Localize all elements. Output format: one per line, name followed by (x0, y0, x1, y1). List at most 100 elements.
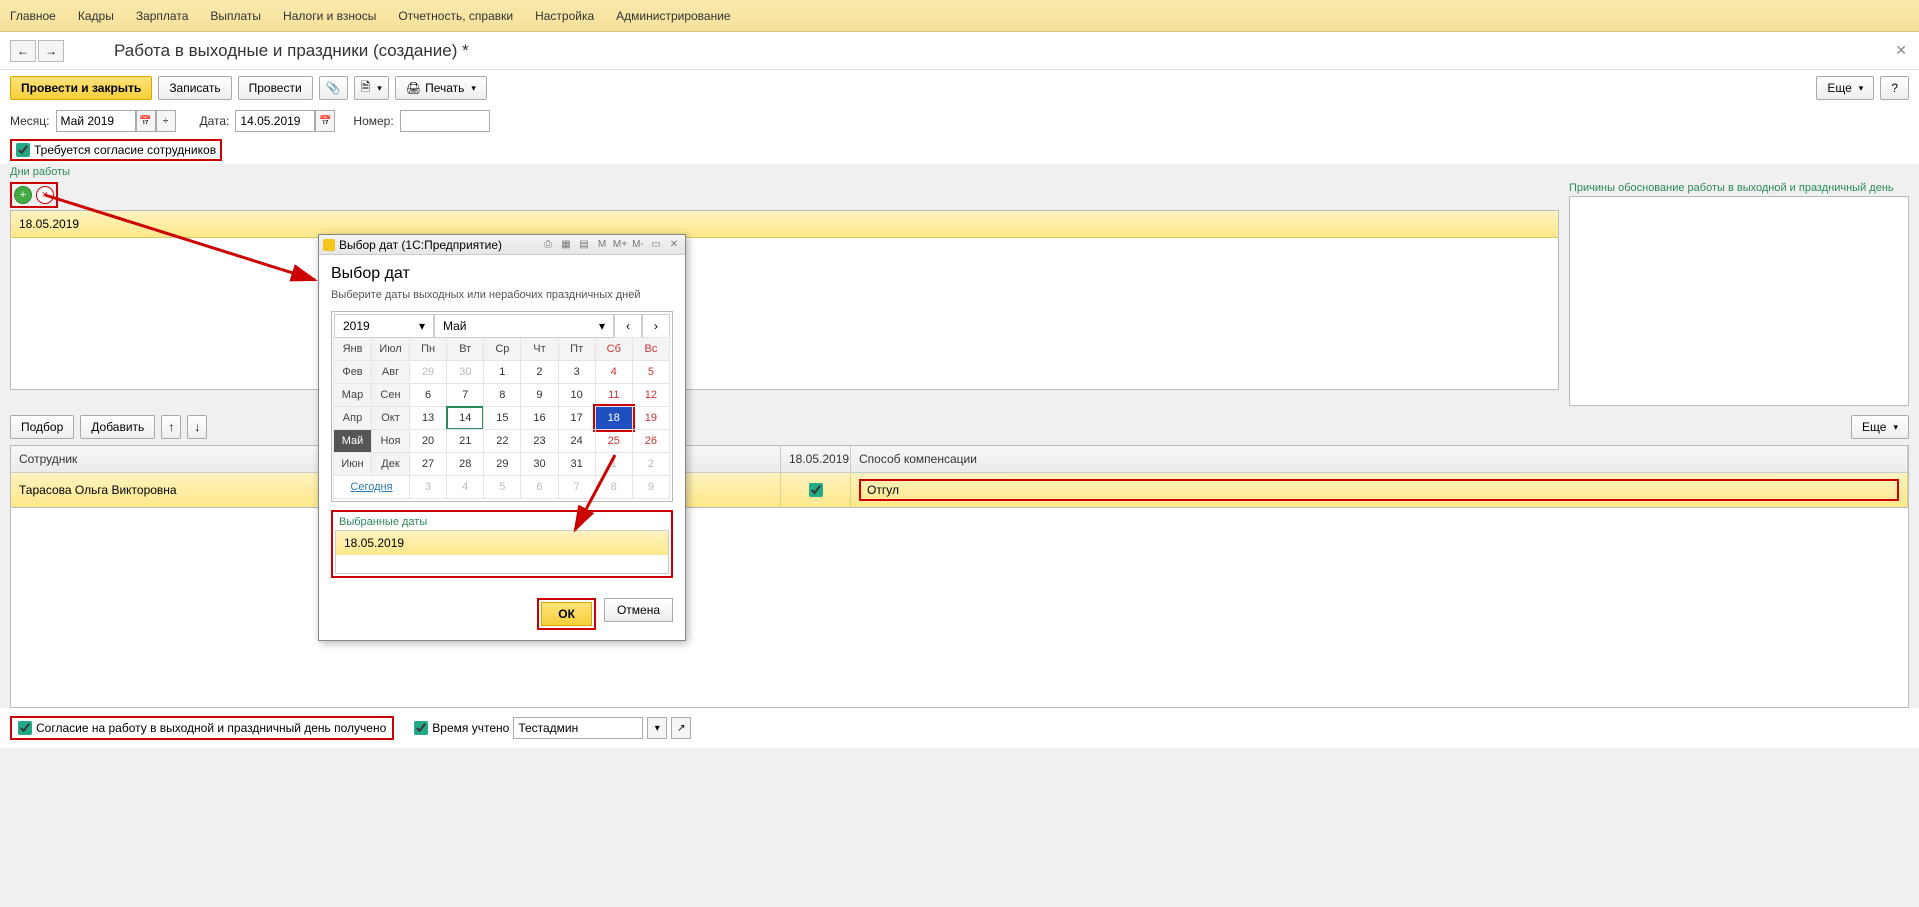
help-button[interactable]: ? (1880, 76, 1909, 100)
day-cell[interactable]: 8 (595, 475, 633, 499)
compensation-cell[interactable]: Отгул (851, 473, 1908, 507)
more-button[interactable]: Еще (1816, 76, 1874, 100)
month-sep[interactable]: Сен (371, 383, 410, 407)
pick-employee-button[interactable]: Подбор (10, 415, 74, 439)
day-cell[interactable]: 7 (558, 475, 596, 499)
month-mar[interactable]: Мар (333, 383, 372, 407)
move-down-button[interactable]: ↓ (187, 415, 207, 439)
add-day-button[interactable]: + (14, 186, 32, 204)
nav-forward-button[interactable]: → (38, 40, 64, 62)
day-cell-selected[interactable]: 18 (595, 406, 633, 430)
day-cell[interactable]: 6 (409, 383, 447, 407)
day-cell[interactable]: 21 (446, 429, 484, 453)
attach-button[interactable]: 📎 (319, 76, 348, 100)
dlg-save-icon[interactable]: ▦ (559, 238, 573, 252)
post-button[interactable]: Провести (238, 76, 313, 100)
month-field[interactable] (56, 110, 136, 132)
day-cell[interactable]: 9 (632, 475, 670, 499)
day-cell[interactable]: 1 (483, 360, 521, 384)
day-cell[interactable]: 3 (409, 475, 447, 499)
menu-setup[interactable]: Настройка (535, 9, 594, 23)
day-cell[interactable]: 8 (483, 383, 521, 407)
day-cell[interactable]: 27 (409, 452, 447, 476)
dlg-m-icon[interactable]: M (595, 238, 609, 252)
day-cell[interactable]: 29 (483, 452, 521, 476)
day-cell[interactable]: 28 (446, 452, 484, 476)
dlg-minimize-icon[interactable]: ▭ (649, 238, 663, 252)
month-calendar-button[interactable]: 📅 (136, 110, 156, 132)
month-feb[interactable]: Фев (333, 360, 372, 384)
day-cell[interactable]: 25 (595, 429, 633, 453)
col-date-header[interactable]: 18.05.2019 (781, 446, 851, 472)
day-cell[interactable]: 9 (520, 383, 558, 407)
dlg-mplus-icon[interactable]: M+ (613, 238, 627, 252)
day-cell[interactable]: 4 (446, 475, 484, 499)
print-button[interactable]: 🖨 Печать (395, 76, 487, 100)
day-cell[interactable]: 20 (409, 429, 447, 453)
dlg-calendar-icon[interactable]: ▤ (577, 238, 591, 252)
day-cell[interactable]: 3 (558, 360, 596, 384)
today-link[interactable]: Сегодня (333, 475, 410, 499)
day-cell[interactable]: 17 (558, 406, 596, 430)
accounted-by-dropdown[interactable]: ▾ (647, 717, 667, 739)
day-cell[interactable]: 7 (446, 383, 484, 407)
consent-received-checkbox[interactable] (18, 721, 32, 735)
month-oct[interactable]: Окт (371, 406, 410, 430)
month-nov[interactable]: Ноя (371, 429, 410, 453)
menu-reports[interactable]: Отчетность, справки (398, 9, 513, 23)
reasons-textarea[interactable] (1569, 196, 1909, 406)
day-cell[interactable]: 5 (632, 360, 670, 384)
next-month-button[interactable]: › (642, 314, 670, 338)
time-accounted-checkbox[interactable] (414, 721, 428, 735)
date-checkbox[interactable] (809, 483, 823, 497)
menu-admin[interactable]: Администрирование (616, 9, 730, 23)
menu-hr[interactable]: Кадры (78, 9, 114, 23)
dlg-close-icon[interactable]: ✕ (667, 238, 681, 252)
day-cell[interactable]: 5 (483, 475, 521, 499)
save-button[interactable]: Записать (158, 76, 231, 100)
menu-salary[interactable]: Зарплата (136, 9, 189, 23)
prev-month-button[interactable]: ‹ (614, 314, 642, 338)
accounted-by-open[interactable]: ↗ (671, 717, 691, 739)
ok-button[interactable]: ОК (541, 602, 592, 626)
col-compensation-header[interactable]: Способ компенсации (851, 446, 1908, 472)
day-cell[interactable]: 23 (520, 429, 558, 453)
month-aug[interactable]: Авг (371, 360, 410, 384)
table-row[interactable]: Тарасова Ольга Викторовна Отгул (11, 473, 1908, 507)
day-cell[interactable]: 30 (520, 452, 558, 476)
month-jun[interactable]: Июн (333, 452, 372, 476)
selected-date-row[interactable]: 18.05.2019 (336, 531, 668, 555)
day-cell[interactable]: 6 (520, 475, 558, 499)
day-cell[interactable]: 19 (632, 406, 670, 430)
day-cell[interactable]: 10 (558, 383, 596, 407)
date-field[interactable] (235, 110, 315, 132)
move-up-button[interactable]: ↑ (161, 415, 181, 439)
day-cell[interactable]: 15 (483, 406, 521, 430)
dialog-titlebar[interactable]: Выбор дат (1С:Предприятие) ⎙ ▦ ▤ M M+ M-… (319, 235, 685, 255)
menu-taxes[interactable]: Налоги и взносы (283, 9, 376, 23)
date-calendar-button[interactable]: 📅 (315, 110, 335, 132)
day-cell[interactable]: 4 (595, 360, 633, 384)
month-selector[interactable]: Май▾ (434, 314, 614, 338)
work-days-list[interactable]: 18.05.2019 (10, 210, 1559, 390)
selected-dates-list[interactable]: 18.05.2019 (335, 530, 669, 574)
day-cell[interactable]: 12 (632, 383, 670, 407)
year-selector[interactable]: 2019▾ (334, 314, 434, 338)
dlg-mminus-icon[interactable]: M- (631, 238, 645, 252)
add-employee-button[interactable]: Добавить (80, 415, 155, 439)
menu-main[interactable]: Главное (10, 9, 56, 23)
consent-required-checkbox[interactable] (16, 143, 30, 157)
create-based-on-button[interactable]: 🗎 (354, 76, 389, 100)
day-cell[interactable]: 31 (558, 452, 596, 476)
day-cell[interactable]: 11 (595, 383, 633, 407)
month-may[interactable]: Май (333, 429, 372, 453)
month-dec[interactable]: Дек (371, 452, 410, 476)
month-jul[interactable]: Июл (371, 337, 410, 361)
day-cell[interactable]: 22 (483, 429, 521, 453)
menu-payments[interactable]: Выплаты (210, 9, 261, 23)
day-cell[interactable]: 2 (632, 452, 670, 476)
day-cell[interactable]: 13 (409, 406, 447, 430)
day-cell[interactable]: 26 (632, 429, 670, 453)
day-cell[interactable]: 16 (520, 406, 558, 430)
day-cell-today[interactable]: 14 (446, 406, 484, 430)
